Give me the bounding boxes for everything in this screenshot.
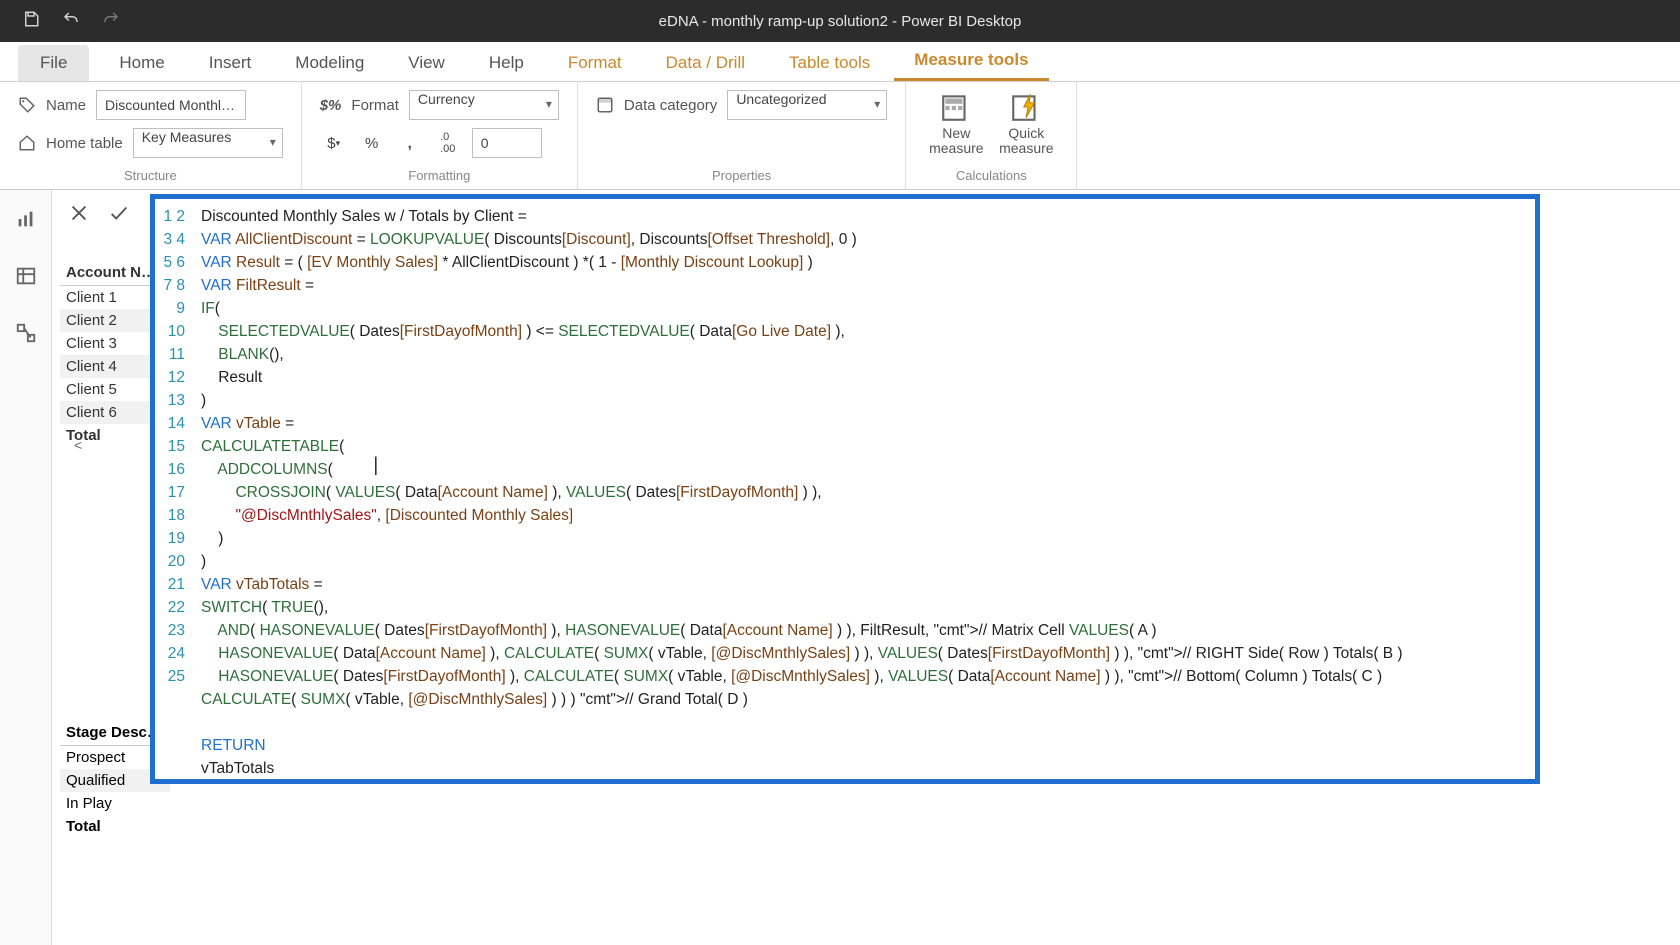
data-category-label: Data category	[624, 97, 717, 114]
group-label-calculations: Calculations	[924, 166, 1058, 187]
comma-button[interactable]: ,	[396, 129, 424, 157]
quick-measure-label: Quick measure	[999, 126, 1053, 157]
tab-format[interactable]: Format	[548, 45, 642, 81]
redo-icon[interactable]	[102, 10, 120, 33]
model-view-icon[interactable]	[15, 322, 37, 349]
group-structure: Name Home table Key Measures Structure	[0, 82, 302, 189]
dax-code[interactable]: Discounted Monthly Sales w / Totals by C…	[193, 199, 1535, 779]
data-category-select[interactable]: Uncategorized	[727, 90, 887, 120]
tab-measure-tools[interactable]: Measure tools	[894, 42, 1048, 81]
dax-formula-editor[interactable]: 1 2 3 4 5 6 7 8 9 10 11 12 13 14 15 16 1…	[150, 194, 1540, 784]
ribbon-tabs: File Home Insert Modeling View Help Form…	[0, 42, 1680, 82]
tab-modeling[interactable]: Modeling	[275, 45, 384, 81]
format-icon: $%	[320, 97, 342, 114]
group-label-structure: Structure	[18, 166, 283, 187]
tab-data-drill[interactable]: Data / Drill	[646, 45, 765, 81]
title-bar: eDNA - monthly ramp-up solution2 - Power…	[0, 0, 1680, 42]
table-row: In Play	[60, 792, 170, 815]
view-switcher	[0, 190, 52, 945]
name-label: Name	[46, 97, 86, 114]
home-table-label: Home table	[46, 135, 123, 152]
work-area: Account N… Client 1 Client 2 Client 3 Cl…	[0, 190, 1680, 945]
formula-commit-icon[interactable]	[108, 202, 130, 229]
category-icon	[596, 96, 614, 114]
report-canvas[interactable]: Account N… Client 1 Client 2 Client 3 Cl…	[52, 190, 1680, 945]
ribbon: Name Home table Key Measures Structure $…	[0, 82, 1680, 190]
tab-insert[interactable]: Insert	[189, 45, 272, 81]
tab-help[interactable]: Help	[469, 45, 544, 81]
currency-button[interactable]: $ ▾	[320, 129, 348, 157]
decimal-button[interactable]: .0.00	[434, 129, 462, 157]
table-total: Total	[60, 815, 170, 838]
group-calculations: New measure Quick measure Calculations	[906, 82, 1077, 189]
report-view-icon[interactable]	[15, 208, 37, 235]
new-measure-label: New measure	[929, 126, 983, 157]
line-gutter: 1 2 3 4 5 6 7 8 9 10 11 12 13 14 15 16 1…	[155, 199, 193, 779]
file-tab[interactable]: File	[18, 45, 89, 81]
tab-home[interactable]: Home	[99, 45, 184, 81]
data-view-icon[interactable]	[15, 265, 37, 292]
home-icon	[18, 134, 36, 152]
format-select[interactable]: Currency	[409, 90, 559, 120]
measure-name-input[interactable]	[96, 90, 246, 120]
new-measure-button[interactable]: New measure	[924, 90, 988, 157]
quick-measure-button[interactable]: Quick measure	[994, 90, 1058, 157]
window-title: eDNA - monthly ramp-up solution2 - Power…	[120, 13, 1560, 30]
group-label-formatting: Formatting	[320, 166, 559, 187]
tab-view[interactable]: View	[388, 45, 465, 81]
group-properties: Data category Uncategorized Properties	[578, 82, 906, 189]
group-label-properties: Properties	[596, 166, 887, 187]
undo-icon[interactable]	[62, 10, 80, 33]
collapse-chevron-icon[interactable]: <	[74, 437, 82, 453]
group-formatting: $% Format Currency $ ▾ % , .0.00 Formatt…	[302, 82, 578, 189]
tab-table-tools[interactable]: Table tools	[769, 45, 890, 81]
home-table-select[interactable]: Key Measures	[133, 128, 283, 158]
decimals-input[interactable]	[472, 128, 542, 158]
tag-icon	[18, 96, 36, 114]
save-icon[interactable]	[22, 10, 40, 33]
format-label: Format	[351, 97, 399, 114]
percent-button[interactable]: %	[358, 129, 386, 157]
formula-cancel-icon[interactable]	[68, 202, 90, 229]
